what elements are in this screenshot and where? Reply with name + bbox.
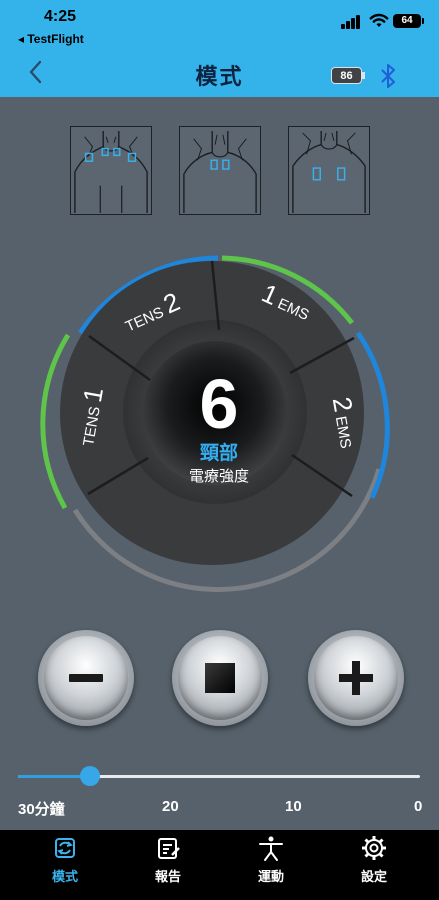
settings-icon: [362, 836, 386, 860]
tab-exercise[interactable]: 運動: [236, 833, 306, 889]
signal-icon: [341, 11, 363, 33]
upper-neck-placement-icon: [183, 130, 257, 213]
phone-battery-icon: 64: [393, 14, 424, 28]
timer-slider[interactable]: [18, 775, 420, 778]
exercise-icon: [259, 836, 283, 861]
status-icons: 64: [321, 11, 424, 33]
timer-tick-20: 20: [162, 798, 179, 815]
tab-mode-label: 模式: [51, 869, 78, 884]
tab-exercise-label: 運動: [257, 869, 284, 884]
wifi-icon: [369, 13, 389, 27]
tab-bar: 模式 報告 運動 設定: [0, 830, 439, 900]
intensity-label: 電療強度: [189, 468, 249, 485]
bluetooth-icon[interactable]: [380, 61, 396, 91]
tab-settings-label: 設定: [360, 869, 387, 884]
timer-tick-10: 10: [285, 798, 302, 815]
report-icon: [158, 838, 180, 859]
timer-tick-30: 30分鐘: [18, 801, 65, 818]
timer-tick-0: 0: [414, 798, 423, 815]
stop-button[interactable]: [172, 630, 268, 726]
top-bar: 4:25 ◂ TestFlight 64 模式 86: [0, 0, 439, 97]
neck-placement-icon: [74, 130, 148, 213]
mode-icon: [55, 838, 75, 858]
testflight-back-link[interactable]: ◂ TestFlight: [18, 32, 84, 46]
intensity-value: 6: [200, 365, 239, 443]
decrease-intensity-button[interactable]: [38, 630, 134, 726]
status-time: 4:25: [44, 8, 77, 25]
app: 4:25 ◂ TestFlight 64 模式 86 TENS1 TENS2 1…: [0, 0, 439, 900]
plus-icon: [352, 661, 360, 695]
minus-icon: [69, 674, 103, 682]
timer-slider-thumb[interactable]: [80, 766, 101, 786]
placement-shoulders-card[interactable]: [288, 126, 370, 215]
tab-mode[interactable]: 模式: [30, 833, 100, 889]
increase-intensity-button[interactable]: [308, 630, 404, 726]
device-battery-icon: 86: [331, 67, 365, 84]
intensity-dial: TENS1 TENS2 1EMS 2EMS 6 頸部 電療強度: [40, 255, 390, 593]
tab-report[interactable]: 報告: [133, 833, 203, 889]
body-part-label: 頸部: [200, 441, 238, 464]
placement-upper-neck-card[interactable]: [179, 126, 261, 215]
tab-settings[interactable]: 設定: [339, 833, 409, 889]
shoulders-placement-icon: [292, 130, 366, 213]
page-title: 模式: [195, 64, 244, 89]
placement-neck-card[interactable]: [70, 126, 152, 215]
stop-icon: [205, 663, 235, 693]
tab-report-label: 報告: [154, 869, 181, 884]
